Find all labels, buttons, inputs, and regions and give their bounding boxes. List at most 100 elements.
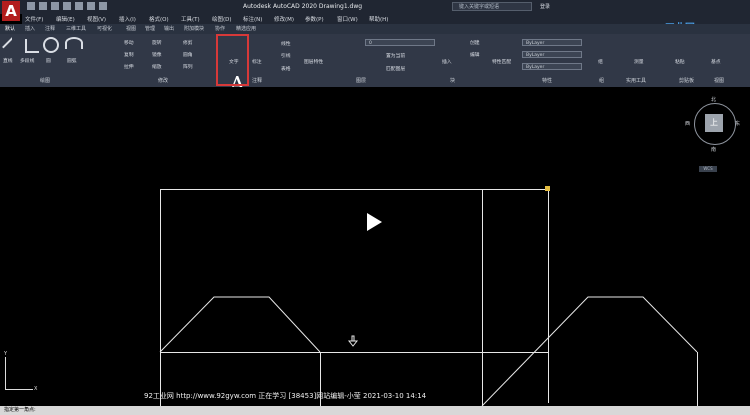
drawing-line <box>160 352 548 353</box>
command-line[interactable]: 指定第一角点: <box>0 406 750 415</box>
menu-edit[interactable]: 编辑(E) <box>56 15 75 23</box>
color-dropdown[interactable]: ByLayer <box>522 39 582 46</box>
group-label-groups: 组 <box>599 78 605 84</box>
paste-tool[interactable]: 粘贴 <box>675 58 685 65</box>
circle-icon[interactable] <box>43 37 59 53</box>
save-icon[interactable] <box>51 2 59 10</box>
site-footer: 92工业网 http://www.92gyw.com 正在学习 [38453]网… <box>144 392 427 400</box>
quick-access-toolbar <box>27 2 107 12</box>
tab-view[interactable]: 视图 <box>126 25 136 32</box>
group-label-layers: 图层 <box>356 78 367 84</box>
drawing-line <box>548 189 549 403</box>
tab-featured-apps[interactable]: 精选应用 <box>236 25 256 32</box>
ribbon-tabs: 默认 插入 注释 三维工具 可视化 视图 管理 输出 附加模块 协作 精选应用 <box>0 24 750 34</box>
group-label-draw: 绘图 <box>40 78 51 84</box>
tab-insert[interactable]: 插入 <box>25 25 35 32</box>
tab-visualize[interactable]: 可视化 <box>97 25 112 32</box>
scale-tool[interactable]: 缩放 <box>152 63 162 70</box>
linear-tool[interactable]: 线性 <box>281 40 291 47</box>
tab-manage[interactable]: 管理 <box>145 25 155 32</box>
east-label: 东 <box>735 121 741 127</box>
trim-tool[interactable]: 修剪 <box>183 39 193 46</box>
line-tool-label: 直线 <box>3 59 13 64</box>
edit-block-tool[interactable]: 编辑 <box>470 51 480 58</box>
move-tool[interactable]: 移动 <box>124 39 134 46</box>
tab-collaborate[interactable]: 协作 <box>215 25 225 32</box>
arc-tool-label: 圆弧 <box>67 59 77 64</box>
menu-dimension[interactable]: 标注(N) <box>243 15 262 23</box>
tab-default[interactable]: 默认 <box>5 25 15 32</box>
ucs-y-label: Y <box>4 351 8 357</box>
line-icon[interactable] <box>2 37 22 57</box>
redo-icon[interactable] <box>99 2 107 10</box>
group-label-properties: 特性 <box>542 78 553 84</box>
ucs-y-axis <box>5 357 6 389</box>
polyline-icon[interactable] <box>25 39 39 53</box>
menu-file[interactable]: 文件(F) <box>25 15 43 23</box>
circle-tool-label: 圆 <box>46 59 51 64</box>
drawing-line <box>160 189 161 406</box>
create-block-tool[interactable]: 创建 <box>470 39 480 46</box>
play-icon[interactable] <box>367 213 382 231</box>
rotate-tool[interactable]: 旋转 <box>152 39 162 46</box>
south-label: 南 <box>711 147 717 153</box>
print-icon[interactable] <box>75 2 83 10</box>
wcs-button[interactable]: WCS <box>699 166 717 172</box>
measure-tool[interactable]: 测量 <box>634 58 644 65</box>
drawing-line <box>697 352 698 406</box>
login-link[interactable]: 登录 <box>540 3 550 10</box>
ucs-x-axis <box>5 389 33 390</box>
tab-addins[interactable]: 附加模块 <box>184 25 204 32</box>
title-bar: A Autodesk AutoCAD 2020 Drawing1.dwg 键入关… <box>0 0 750 21</box>
drawing-line <box>482 189 483 406</box>
view-cube[interactable]: 上 北 南 东 西 <box>685 96 741 160</box>
menu-draw[interactable]: 绘图(D) <box>212 15 232 23</box>
copy-tool[interactable]: 复制 <box>124 51 134 58</box>
layer-dropdown[interactable]: 0 <box>365 39 435 46</box>
stretch-tool[interactable]: 拉伸 <box>124 63 134 70</box>
menu-tools[interactable]: 工具(T) <box>181 15 200 23</box>
basepoint-tool[interactable]: 基点 <box>711 58 721 65</box>
menu-modify[interactable]: 修改(M) <box>274 15 294 23</box>
menu-bar: 文件(F) 编辑(E) 视图(V) 插入(I) 格式(O) 工具(T) 绘图(D… <box>22 14 750 24</box>
ucs-x-label: X <box>34 386 38 392</box>
text-tool-highlight <box>216 34 249 86</box>
tab-3d-tools[interactable]: 三维工具 <box>66 25 86 32</box>
mirror-tool[interactable]: 镜像 <box>152 51 162 58</box>
top-face-button[interactable]: 上 <box>705 114 723 132</box>
table-tool[interactable]: 表格 <box>281 65 291 72</box>
set-current-layer-tool[interactable]: 置为当前 <box>386 52 405 59</box>
app-title: Autodesk AutoCAD 2020 Drawing1.dwg <box>243 3 363 10</box>
group-label-modify: 修改 <box>158 78 169 84</box>
menu-insert[interactable]: 插入(I) <box>119 15 136 23</box>
new-icon[interactable] <box>27 2 35 10</box>
menu-parametric[interactable]: 参数(P) <box>305 15 324 23</box>
open-icon[interactable] <box>39 2 47 10</box>
insert-block-tool[interactable]: 插入 <box>442 58 452 65</box>
group-label-annotation: 注释 <box>252 78 263 84</box>
lineweight-dropdown[interactable]: ByLayer <box>522 63 582 70</box>
tab-annotate[interactable]: 注释 <box>45 25 55 32</box>
leader-tool[interactable]: 引线 <box>281 52 291 59</box>
layer-properties-tool[interactable]: 图层特性 <box>304 58 323 65</box>
search-input[interactable]: 键入关键字或短语 <box>452 2 532 11</box>
fillet-tool[interactable]: 圆角 <box>183 51 193 58</box>
menu-help[interactable]: 帮助(H) <box>369 15 388 23</box>
autocad-logo[interactable]: A <box>2 1 20 21</box>
group-label-view: 视图 <box>714 78 725 84</box>
match-layer-tool[interactable]: 匹配图层 <box>386 65 405 72</box>
match-properties-tool[interactable]: 特性匹配 <box>492 58 511 65</box>
undo-icon[interactable] <box>87 2 95 10</box>
array-tool[interactable]: 阵列 <box>183 63 193 70</box>
tab-output[interactable]: 输出 <box>164 25 174 32</box>
menu-view[interactable]: 视图(V) <box>87 15 106 23</box>
linetype-dropdown[interactable]: ByLayer <box>522 51 582 58</box>
arc-icon[interactable] <box>65 37 83 49</box>
ribbon-panel: 直线 多段线 圆 圆弧 移动 旋转 修剪 复制 镜像 圆角 拉伸 缩放 阵列 A… <box>0 34 750 99</box>
drawing-canvas[interactable] <box>0 87 750 407</box>
group-tool[interactable]: 组 <box>598 58 603 65</box>
dimension-tool-label[interactable]: 标注 <box>252 58 262 65</box>
menu-window[interactable]: 窗口(W) <box>337 15 358 23</box>
save-as-icon[interactable] <box>63 2 71 10</box>
menu-format[interactable]: 格式(O) <box>149 15 169 23</box>
